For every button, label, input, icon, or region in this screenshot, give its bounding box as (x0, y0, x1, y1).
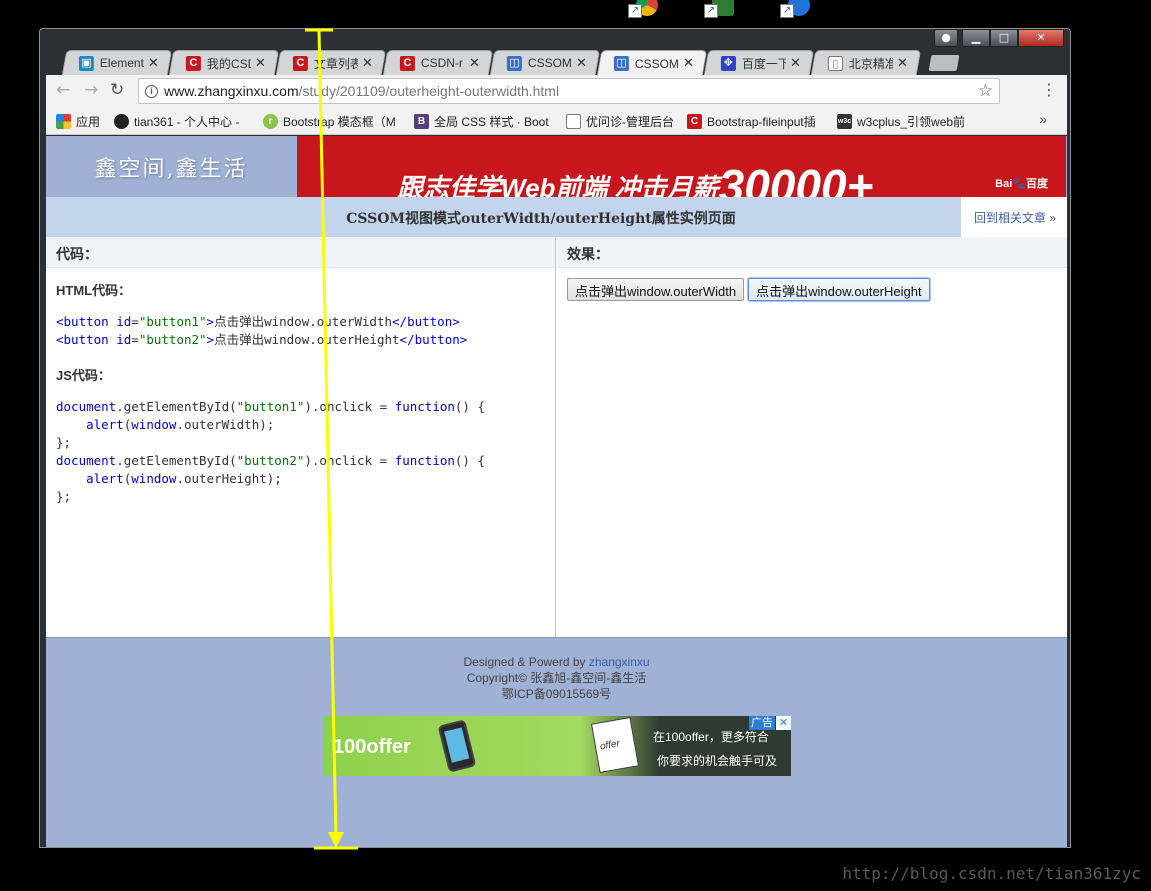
tab-cssom-active[interactable]: ◫ CSSOM ✕ (596, 50, 708, 76)
tab-title: CSSOM (634, 56, 679, 71)
watermark: http://blog.csdn.net/tian361zyc (842, 864, 1141, 883)
site-icon: ◫ (613, 56, 629, 71)
measure-line (317, 29, 338, 837)
close-icon[interactable]: ✕ (683, 56, 694, 71)
measure-arrow-overlay (305, 28, 358, 850)
measure-arrowhead (328, 832, 344, 848)
